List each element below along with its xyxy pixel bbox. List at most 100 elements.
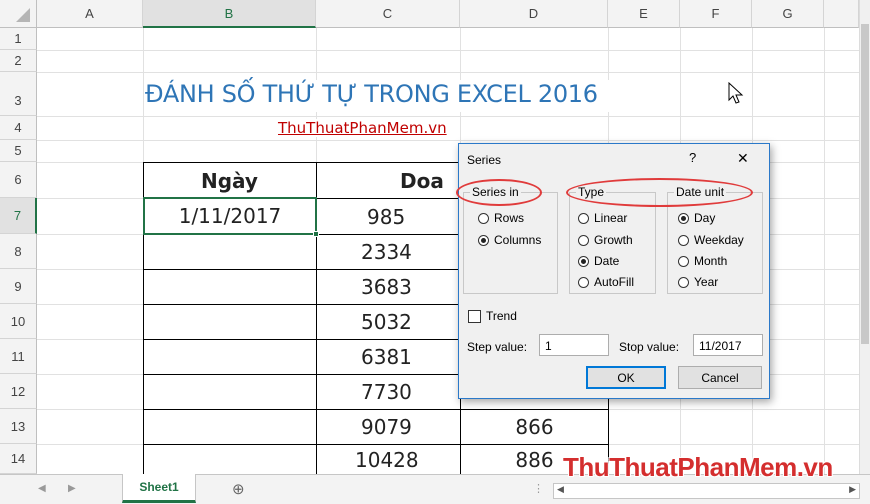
scroll-right-arrow-icon[interactable]: ▶	[849, 484, 856, 495]
row-header-8[interactable]: 8	[0, 234, 37, 269]
step-value-label: Step value:	[467, 340, 528, 354]
radio-date[interactable]: Date	[578, 254, 619, 268]
mouse-pointer-icon	[728, 82, 744, 104]
radio-icon	[478, 212, 489, 224]
row-header-10[interactable]: 10	[0, 304, 37, 339]
cell-c8[interactable]: 2334	[317, 235, 460, 269]
stop-value-label: Stop value:	[619, 340, 680, 354]
column-header-f[interactable]: F	[680, 0, 752, 28]
cell-c11[interactable]: 6381	[317, 340, 460, 374]
radio-icon	[678, 255, 689, 267]
row-header-11[interactable]: 11	[0, 339, 37, 374]
scroll-right-icon[interactable]: ▶	[68, 483, 76, 494]
cell-value: 1/11/2017	[178, 204, 282, 228]
row-header-7[interactable]: 7	[0, 198, 37, 234]
group-date-unit: Date unit Day Weekday Month Year	[667, 185, 763, 294]
cell-c9[interactable]: 3683	[317, 270, 460, 304]
subtitle-link[interactable]: ThuThuatPhanMem.vn	[278, 119, 447, 137]
radio-label: Columns	[494, 233, 542, 247]
group-series-in: Series in Rows Columns	[463, 185, 558, 294]
trend-label: Trend	[486, 309, 517, 323]
scroll-left-icon[interactable]: ◀	[38, 483, 46, 494]
row-header-9[interactable]: 9	[0, 269, 37, 304]
select-all-triangle-icon	[16, 8, 30, 22]
column-header-g[interactable]: G	[752, 0, 824, 28]
gridline	[824, 28, 825, 474]
column-header-e[interactable]: E	[608, 0, 680, 28]
trend-checkbox[interactable]: Trend	[468, 309, 517, 323]
row-header-5[interactable]: 5	[0, 140, 37, 162]
radio-month[interactable]: Month	[678, 254, 727, 268]
scroll-left-arrow-icon[interactable]: ◀	[557, 484, 564, 495]
vertical-scrollbar[interactable]	[859, 0, 870, 474]
help-button[interactable]: ?	[689, 150, 696, 165]
header-cell-ngay[interactable]: Ngày	[143, 163, 316, 198]
ok-button[interactable]: OK	[586, 366, 666, 389]
radio-day[interactable]: Day	[678, 211, 715, 225]
header-cell-doanh[interactable]: Doa	[400, 163, 460, 198]
radio-label: Rows	[494, 211, 525, 225]
radio-icon	[478, 234, 489, 246]
radio-icon	[678, 234, 689, 246]
radio-icon	[678, 212, 689, 224]
checkbox-icon	[468, 309, 481, 323]
radio-label: Day	[694, 211, 716, 225]
gridline	[37, 50, 859, 51]
group-type: Type Linear Growth Date AutoFill	[569, 185, 656, 294]
sheet-title: ĐÁNH SỐ THỨ TỰ TRONG EXCEL 2016	[145, 80, 615, 112]
row-header-4[interactable]: 4	[0, 116, 37, 140]
radio-label: Year	[694, 275, 719, 289]
gridline	[37, 72, 859, 73]
column-header-d[interactable]: D	[460, 0, 608, 28]
radio-rows[interactable]: Rows	[478, 211, 524, 225]
radio-icon	[578, 276, 589, 288]
radio-label: Date	[594, 254, 620, 268]
tab-split-handle[interactable]: ⋮	[533, 482, 544, 495]
radio-label: Month	[694, 254, 728, 268]
row-header-3[interactable]: 3	[0, 72, 37, 116]
sheet-tab-label: Sheet1	[139, 480, 179, 494]
cell-c13[interactable]: 9079	[317, 410, 460, 444]
close-icon[interactable]: ✕	[737, 150, 749, 167]
horizontal-scrollbar[interactable]: ◀ ▶	[553, 483, 860, 499]
annotation-ellipse-type-date-unit	[566, 178, 753, 207]
radio-columns[interactable]: Columns	[478, 233, 541, 247]
column-header-h[interactable]	[824, 0, 859, 28]
scroll-thumb[interactable]	[861, 24, 869, 344]
row-header-14[interactable]: 14	[0, 444, 37, 474]
radio-label: Weekday	[694, 233, 744, 247]
radio-autofill[interactable]: AutoFill	[578, 275, 634, 289]
radio-linear[interactable]: Linear	[578, 211, 627, 225]
cell-c7[interactable]: 985	[317, 199, 460, 234]
selected-cell-b7[interactable]: 1/11/2017	[143, 197, 317, 235]
radio-icon	[578, 234, 589, 246]
sheet-tab-sheet1[interactable]: Sheet1	[122, 474, 196, 503]
cell-d13[interactable]: 866	[461, 410, 608, 444]
stop-value-input[interactable]: 11/2017	[693, 334, 763, 356]
radio-icon	[678, 276, 689, 288]
cell-c14[interactable]: 10428	[317, 445, 460, 474]
radio-growth[interactable]: Growth	[578, 233, 633, 247]
cell-c12[interactable]: 7730	[317, 375, 460, 409]
column-header-a[interactable]: A	[37, 0, 143, 28]
cell-c10[interactable]: 5032	[317, 305, 460, 339]
row-header-12[interactable]: 12	[0, 374, 37, 409]
radio-weekday[interactable]: Weekday	[678, 233, 744, 247]
radio-icon	[578, 212, 589, 224]
step-value-input[interactable]: 1	[539, 334, 609, 356]
row-header-6[interactable]: 6	[0, 162, 37, 198]
column-header-c[interactable]: C	[316, 0, 460, 28]
radio-year[interactable]: Year	[678, 275, 718, 289]
column-header-b[interactable]: B	[143, 0, 316, 28]
radio-label: Linear	[594, 211, 628, 225]
row-header-1[interactable]: 1	[0, 28, 37, 50]
radio-label: AutoFill	[594, 275, 635, 289]
add-sheet-icon[interactable]: ⊕	[232, 480, 245, 498]
watermark-logo: ThuThuatPhanMem.vn	[563, 452, 833, 483]
select-all-corner[interactable]	[0, 0, 37, 28]
dialog-title: Series	[467, 153, 502, 167]
row-header-13[interactable]: 13	[0, 409, 37, 444]
radio-icon	[578, 255, 589, 267]
row-header-2[interactable]: 2	[0, 50, 37, 72]
cancel-button[interactable]: Cancel	[678, 366, 762, 389]
